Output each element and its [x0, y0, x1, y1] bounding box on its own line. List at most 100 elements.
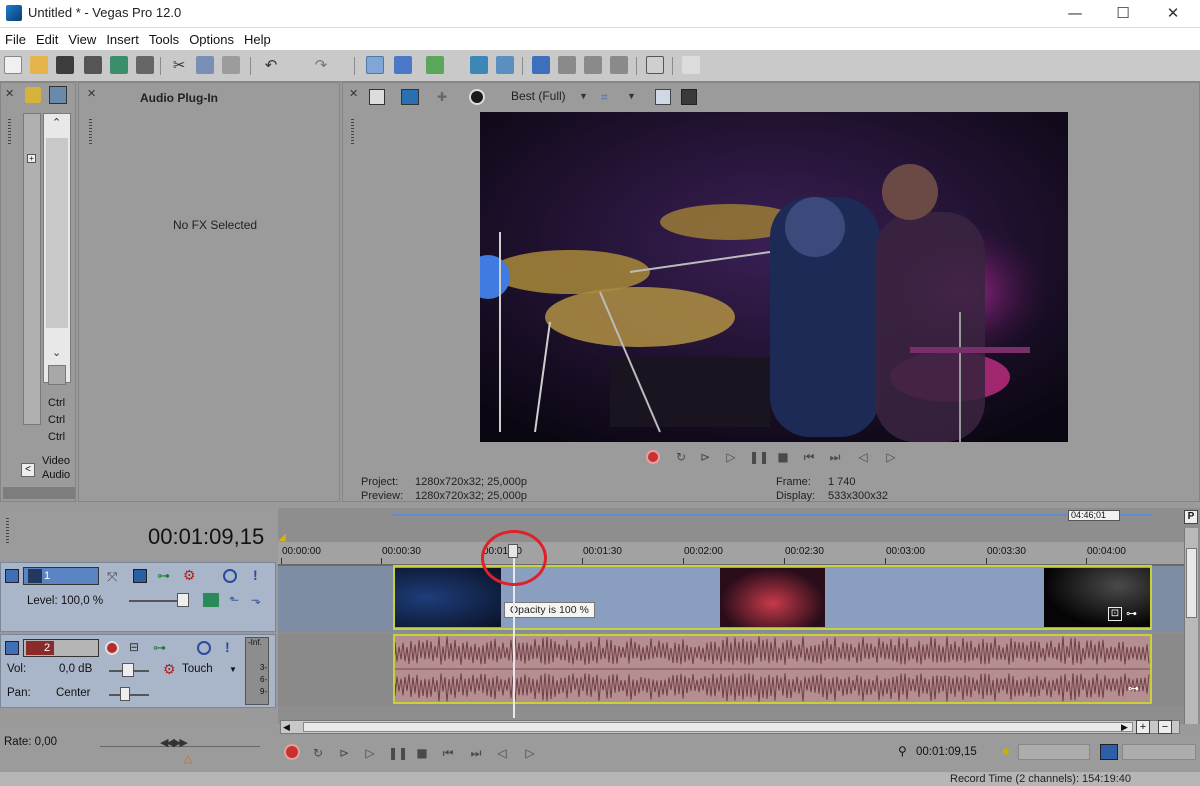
pause-icon[interactable]: ❚❚ — [388, 746, 408, 760]
external-monitor-icon[interactable] — [401, 89, 419, 105]
scroll-left-icon[interactable]: ◀ — [283, 722, 290, 733]
magnify-icon[interactable] — [610, 56, 628, 74]
automation-dropdown-icon[interactable]: ▼ — [229, 665, 237, 674]
preview-stop-icon[interactable]: ■ — [775, 450, 791, 464]
level-slider-thumb[interactable] — [177, 593, 189, 607]
preview-loop-icon[interactable]: ↻ — [673, 450, 689, 464]
menu-edit[interactable]: Edit — [31, 28, 63, 47]
loop-end-marker[interactable]: 04:46;01 — [1068, 510, 1120, 521]
preview-quality-select[interactable]: Best (Full) — [511, 89, 566, 103]
close-panel-icon[interactable]: ✕ — [5, 87, 17, 100]
auto-ripple-icon[interactable] — [470, 56, 488, 74]
automation-mode[interactable]: Touch — [182, 663, 213, 675]
close-plugin-panel-icon[interactable]: ✕ — [87, 87, 96, 100]
snap-icon[interactable] — [426, 56, 444, 74]
copy-icon[interactable] — [196, 56, 214, 74]
event-pan-crop-icon[interactable]: ⊡ — [1108, 607, 1122, 621]
compositing-mode-icon[interactable] — [203, 593, 219, 607]
video-frame[interactable] — [480, 112, 1068, 442]
tab-video[interactable]: Video — [42, 455, 70, 467]
play-icon[interactable]: ▷ — [362, 746, 378, 760]
play-from-start-icon[interactable]: ⊳ — [336, 746, 352, 760]
undo-icon[interactable]: ↶ — [262, 56, 280, 74]
menu-help[interactable]: Help — [239, 28, 276, 47]
bypass-motion-blur-icon[interactable]: ⤧ — [107, 569, 121, 584]
solo-icon[interactable]: ! — [253, 567, 258, 583]
scroll-right-icon[interactable]: ▶ — [1121, 722, 1128, 733]
open-folder-icon[interactable] — [30, 56, 48, 74]
audio-solo-icon[interactable]: ! — [225, 639, 230, 655]
pan-slider-thumb[interactable] — [120, 687, 130, 701]
track-minimize-icon[interactable] — [5, 569, 19, 583]
make-child-icon[interactable]: ⬎ — [251, 593, 265, 607]
overlays-dropdown-icon[interactable]: ▼ — [627, 91, 636, 101]
previous-frame-icon[interactable]: ◁ — [494, 746, 510, 760]
redo-icon[interactable]: ↷ — [312, 56, 330, 74]
fx-chain-icon[interactable]: ⊶ — [157, 568, 173, 583]
new-icon[interactable] — [4, 56, 22, 74]
make-parent-icon[interactable]: ⬑ — [229, 593, 243, 607]
track-fx-icon[interactable]: ⚙ — [183, 567, 199, 583]
loop-region-bar[interactable] — [392, 514, 1152, 516]
menu-tools[interactable]: Tools — [144, 28, 184, 47]
menu-view[interactable]: View — [63, 28, 101, 47]
save-snapshot-icon[interactable] — [681, 89, 697, 105]
zoom-in-icon[interactable]: + — [1136, 720, 1150, 734]
tab-strip[interactable] — [3, 487, 75, 499]
quality-dropdown-icon[interactable]: ▼ — [579, 91, 588, 101]
pencil-icon[interactable] — [646, 56, 664, 74]
properties-icon[interactable] — [136, 56, 154, 74]
nav-left-icon[interactable]: < — [21, 463, 35, 477]
go-to-start-icon[interactable]: ⏮ — [440, 746, 456, 760]
preview-next-frame-icon[interactable]: ▷ — [883, 450, 899, 464]
close-preview-panel-icon[interactable]: ✕ — [349, 87, 358, 100]
mute-icon[interactable] — [223, 569, 237, 583]
volume-slider-thumb[interactable] — [122, 663, 134, 677]
save-as-icon[interactable] — [84, 56, 102, 74]
tab-audio[interactable]: Audio — [42, 469, 70, 481]
lock-envelopes-icon[interactable] — [496, 56, 514, 74]
audio-track-minimize-icon[interactable] — [5, 641, 19, 655]
side-button-icon[interactable] — [48, 365, 66, 385]
preview-prev-frame-icon[interactable]: ◁ — [855, 450, 871, 464]
scroll-down-icon[interactable]: ⌄ — [52, 346, 61, 359]
audio-mute-icon[interactable] — [197, 641, 211, 655]
menu-insert[interactable]: Insert — [101, 28, 144, 47]
event-fx-icon[interactable]: ⊶ — [1126, 607, 1144, 621]
explorer-tree[interactable]: + T F — [23, 113, 54, 425]
preview-properties-icon[interactable] — [369, 89, 385, 105]
arm-record-icon[interactable] — [105, 641, 119, 655]
render-icon[interactable] — [110, 56, 128, 74]
normal-edit-tool-icon[interactable] — [366, 56, 384, 74]
go-to-end-icon[interactable]: ⏭ — [468, 746, 484, 760]
video-effects-icon[interactable] — [469, 89, 485, 105]
zoom-tool-icon[interactable] — [584, 56, 602, 74]
audio-event-fx-icon[interactable]: ⊶ — [1128, 682, 1146, 696]
help-pointer-icon[interactable] — [682, 56, 700, 74]
explorer-scrollbar[interactable]: ⌃ ⌄ — [43, 113, 71, 383]
lightning-icon[interactable] — [25, 87, 41, 103]
selection-length-field[interactable] — [1122, 744, 1196, 760]
selection-tool-icon[interactable] — [558, 56, 576, 74]
selection-start-field[interactable] — [1018, 744, 1090, 760]
media-icon[interactable] — [49, 86, 67, 104]
copy-snapshot-icon[interactable] — [655, 89, 671, 105]
preview-record-button[interactable] — [643, 447, 663, 467]
envelope-tool-icon[interactable] — [394, 56, 412, 74]
preview-go-start-icon[interactable]: ⏮ — [801, 450, 817, 464]
preview-go-end-icon[interactable]: ⏭ — [827, 450, 843, 464]
minimize-button[interactable]: — — [1052, 0, 1098, 28]
split-screen-icon[interactable]: ✚ — [437, 90, 453, 104]
preview-play-from-start-icon[interactable]: ⊳ — [697, 450, 713, 464]
track-motion-icon[interactable] — [133, 569, 147, 583]
close-button[interactable]: ✕ — [1150, 0, 1196, 28]
timeline-vertical-scrollbar[interactable] — [1184, 528, 1198, 724]
timeline-pin-icon[interactable]: P — [1184, 510, 1198, 524]
record-button[interactable] — [284, 744, 300, 760]
preview-play-icon[interactable]: ▷ — [723, 450, 739, 464]
audio-fx-chain-icon[interactable]: ⊶ — [153, 640, 169, 655]
timeline-horizontal-scrollbar[interactable]: ◀ ▶ — [280, 720, 1180, 734]
save-icon[interactable] — [56, 56, 74, 74]
loop-playback-icon[interactable]: ↻ — [310, 746, 326, 760]
menu-file[interactable]: File — [0, 28, 31, 47]
